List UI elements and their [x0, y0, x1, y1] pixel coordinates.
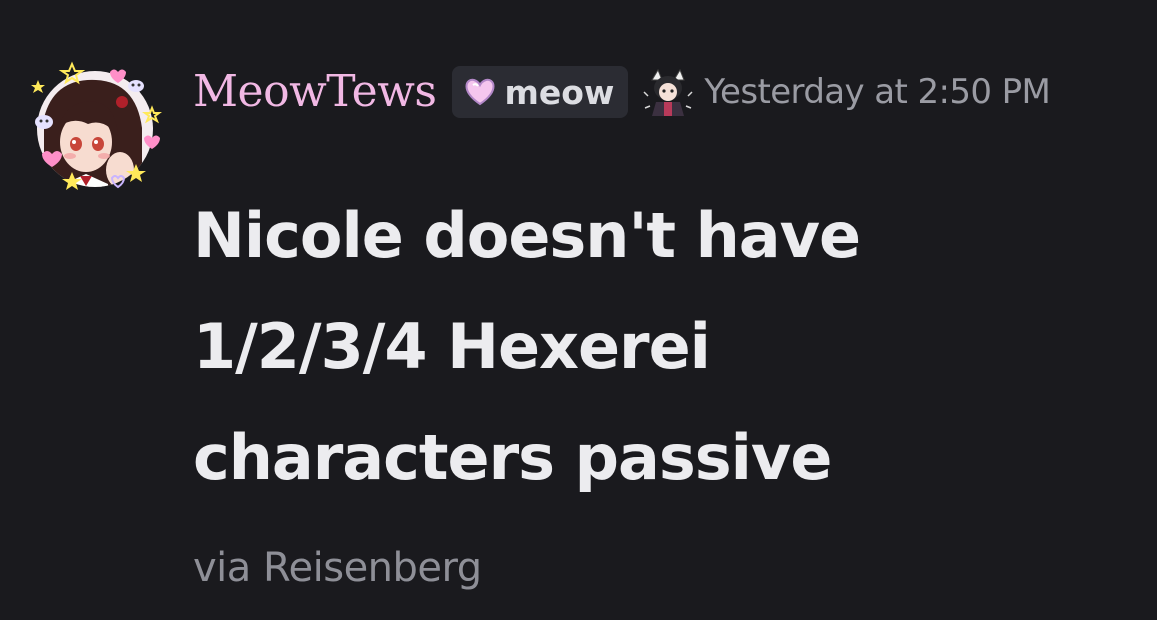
message-subtext: via Reisenberg	[193, 545, 482, 591]
chat-message: MeowTews meow Yesterday at 2:50 PM Nicol…	[0, 0, 1157, 620]
guild-tag[interactable]: meow	[452, 66, 629, 118]
message-content-line: 1/2/3/4 Hexerei	[193, 310, 711, 383]
username[interactable]: MeowTews	[193, 70, 437, 114]
message-timestamp[interactable]: Yesterday at 2:50 PM	[704, 75, 1050, 109]
message-content-line: Nicole doesn't have	[193, 199, 861, 272]
message-header: MeowTews meow Yesterday at 2:50 PM	[193, 62, 1051, 122]
pink-heart-icon	[465, 78, 495, 106]
anime-girl-avatar-icon	[31, 61, 162, 190]
anime-character-role-icon[interactable]	[642, 66, 694, 118]
message-content: Nicole doesn't have 1/2/3/4 Hexerei char…	[193, 180, 1093, 513]
user-avatar[interactable]	[24, 58, 166, 200]
message-content-line: characters passive	[193, 421, 832, 494]
guild-tag-label: meow	[504, 72, 615, 112]
